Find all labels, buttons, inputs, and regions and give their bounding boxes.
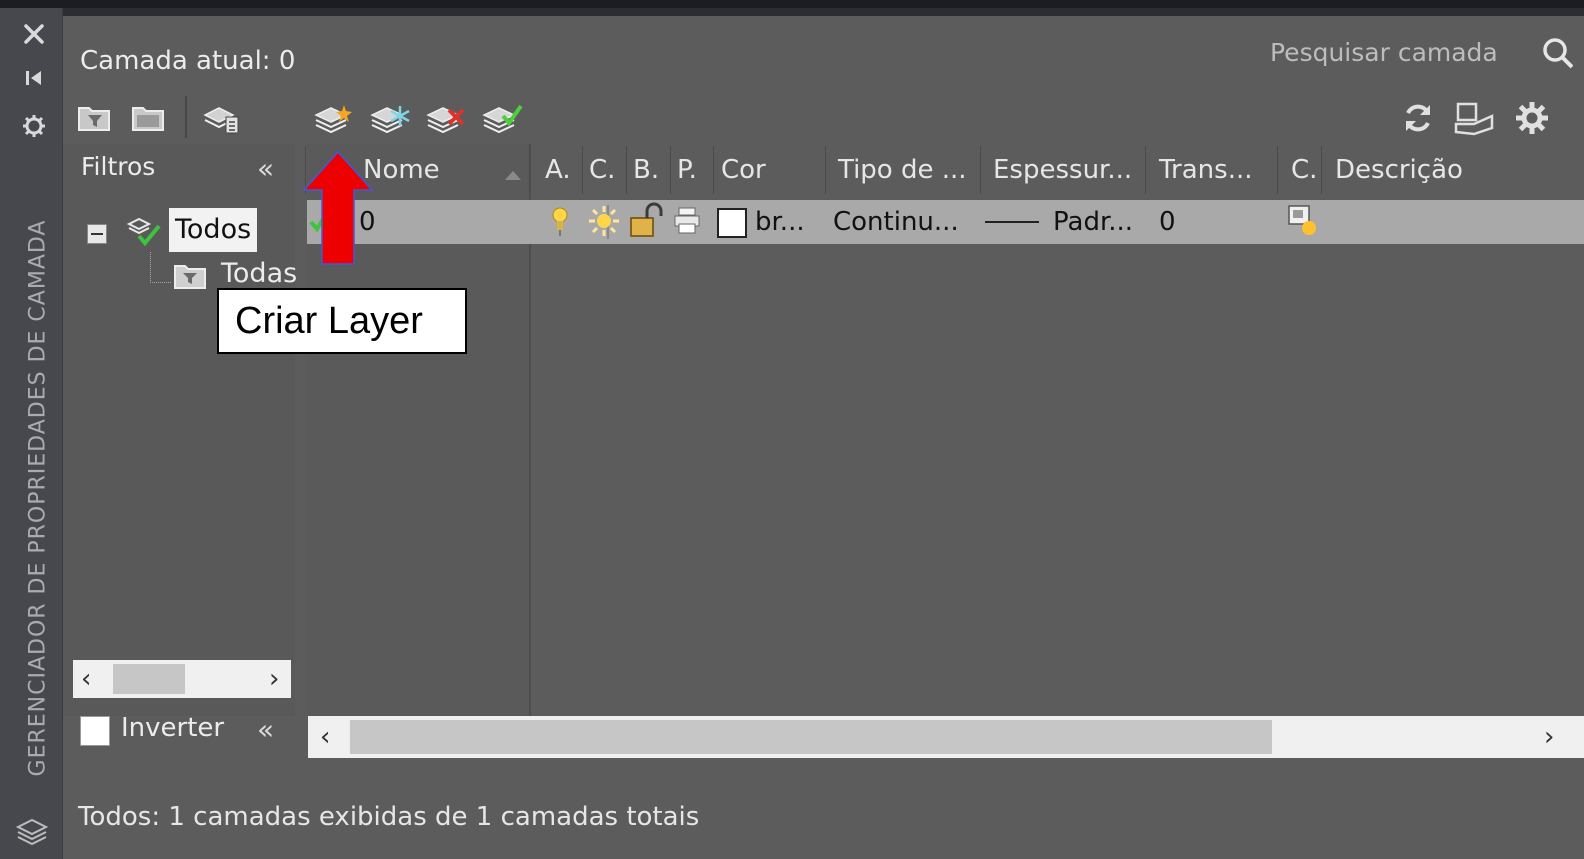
invert-filter-checkbox[interactable] (80, 716, 110, 746)
column-divider (1277, 146, 1278, 194)
printer-icon[interactable] (673, 206, 701, 240)
filters-header: Filtros (81, 152, 156, 181)
column-divider (626, 146, 627, 194)
scroll-left-icon[interactable]: ‹ (320, 716, 330, 758)
layer-color[interactable]: br... (755, 202, 805, 242)
filter-tree-root[interactable]: Todos (169, 208, 258, 252)
layer-settings-icon[interactable] (1453, 98, 1495, 138)
column-header-name[interactable]: Nome (363, 155, 440, 185)
column-header-viewport[interactable]: C. (1291, 155, 1317, 185)
new-layer-frozen-icon[interactable] (369, 98, 411, 138)
palette-title: GERENCIADOR DE PROPRIEDADES DE CAMADA (25, 219, 51, 777)
refresh-icon[interactable] (1397, 98, 1439, 138)
column-header-plot[interactable]: P. (677, 155, 697, 185)
column-divider (1145, 146, 1146, 194)
column-header-lineweight[interactable]: Espessur... (993, 155, 1132, 185)
new-viewport-freeze-icon[interactable] (1287, 204, 1321, 242)
filters-horizontal-scrollbar[interactable]: ‹ › (73, 660, 291, 698)
settings-gear-icon[interactable] (1511, 98, 1553, 138)
layer-states-manager-icon[interactable] (201, 98, 243, 138)
table-horizontal-scrollbar[interactable]: ‹ › (308, 716, 1584, 758)
invert-filter-label: Inverter (121, 713, 225, 743)
tree-collapse-toggle[interactable] (87, 224, 107, 244)
filter-tree-child[interactable]: Todas (221, 258, 297, 289)
new-layer-icon[interactable] (313, 98, 355, 138)
layer-transparency[interactable]: 0 (1159, 202, 1176, 242)
toolbar-separator (185, 96, 187, 138)
layer-manager-panel: Camada atual: 0 Pesquisar camada Filtros… (63, 16, 1584, 859)
tree-connector (150, 252, 171, 283)
new-group-filter-icon[interactable] (127, 98, 169, 138)
red-arrow-annotation (302, 150, 374, 265)
padlock-unlocked-icon[interactable] (627, 202, 667, 244)
column-header-color[interactable]: Cor (721, 155, 766, 185)
properties-gear-icon[interactable] (16, 108, 52, 144)
column-header-freeze[interactable]: C. (589, 155, 615, 185)
scrollbar-thumb[interactable] (350, 720, 1272, 754)
autohide-icon[interactable] (16, 60, 52, 96)
collapse-filters-icon[interactable]: « (257, 152, 274, 185)
layer-linetype[interactable]: Continu... (833, 202, 959, 242)
close-icon[interactable] (16, 16, 52, 52)
column-header-lock[interactable]: B. (633, 155, 659, 185)
search-layer-input[interactable]: Pesquisar camada (1270, 38, 1498, 67)
delete-layer-icon[interactable] (425, 98, 467, 138)
scroll-left-icon[interactable]: ‹ (81, 660, 91, 698)
sun-thawed-icon[interactable] (587, 204, 621, 242)
scrollbar-thumb[interactable] (113, 664, 185, 694)
new-property-filter-icon[interactable] (73, 98, 115, 138)
set-current-layer-icon[interactable] (481, 98, 523, 138)
table-header: Nome A. C. B. P. Cor Tipo de ... Espessu… (305, 144, 1584, 196)
layer-color-swatch[interactable] (717, 208, 747, 238)
palette-sidebar: GERENCIADOR DE PROPRIEDADES DE CAMADA (0, 8, 63, 859)
lineweight-preview-line (985, 221, 1039, 223)
scroll-right-icon[interactable]: › (1544, 716, 1554, 758)
column-divider (713, 146, 714, 194)
column-header-transparency[interactable]: Trans... (1159, 155, 1253, 185)
column-divider (670, 146, 671, 194)
filter-tree-all-icon (126, 214, 163, 252)
search-icon[interactable] (1539, 34, 1574, 74)
filter-folder-icon (173, 262, 207, 294)
lightbulb-on-icon[interactable] (549, 204, 571, 242)
status-bar-text: Todos: 1 camadas exibidas de 1 camadas t… (78, 802, 700, 832)
annotation-label: Criar Layer (217, 288, 467, 354)
column-header-description[interactable]: Descrição (1335, 155, 1463, 185)
table-row[interactable]: 0 br... Continu... Padr... 0 (307, 200, 1584, 244)
column-divider (825, 146, 826, 194)
layer-lineweight[interactable]: Padr... (1053, 202, 1133, 242)
scroll-right-icon[interactable]: › (269, 660, 279, 698)
column-header-linetype[interactable]: Tipo de ... (838, 155, 967, 185)
column-divider (1321, 146, 1322, 194)
collapse-invert-icon[interactable]: « (257, 713, 274, 746)
sort-ascending-icon (503, 166, 523, 185)
column-header-on[interactable]: A. (545, 155, 571, 185)
current-layer-label: Camada atual: 0 (80, 46, 296, 76)
window-top-edge (0, 0, 1584, 8)
column-divider (529, 146, 530, 194)
column-divider (980, 146, 981, 194)
layers-stack-icon (14, 812, 50, 848)
column-divider (582, 146, 583, 194)
